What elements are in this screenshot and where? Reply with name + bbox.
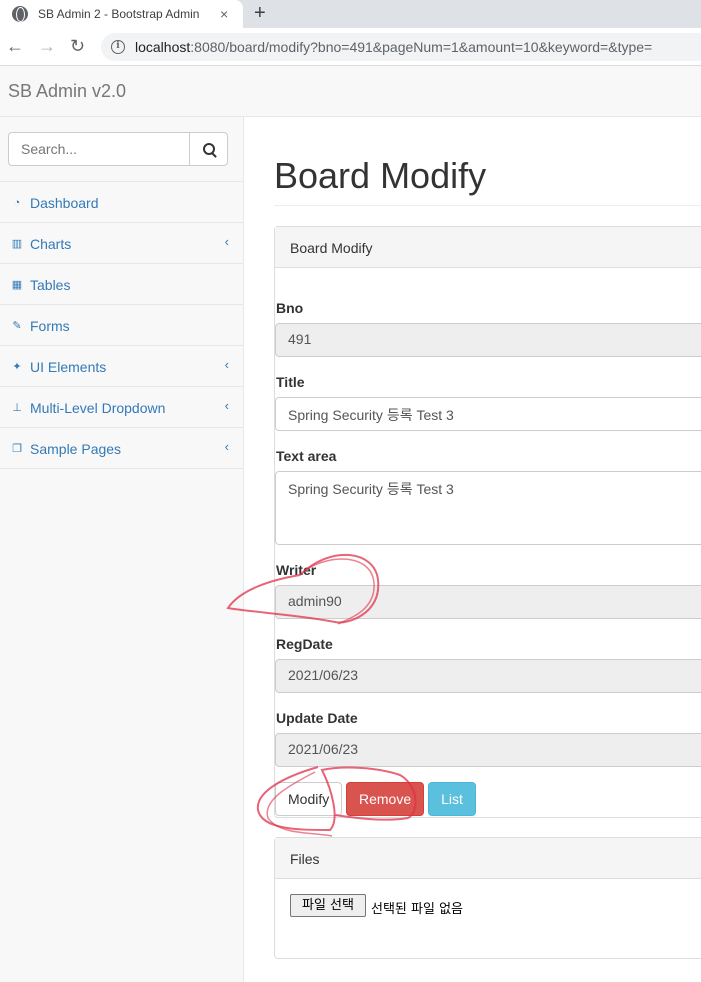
forward-arrow-icon[interactable]: →	[38, 36, 56, 56]
sitemap-icon: ⊥	[12, 402, 22, 414]
dashboard-icon: ◔	[13, 196, 21, 209]
updatedate-label: Update Date	[276, 710, 358, 726]
sidebar-item-label: Tables	[30, 276, 71, 293]
remove-button[interactable]: Remove	[346, 782, 424, 816]
regdate-label: RegDate	[276, 636, 333, 652]
content-textarea[interactable]: Spring Security 등록 Test 3	[275, 471, 701, 545]
files-heading: Files	[275, 838, 701, 879]
sidebar-item-multi-level-dropdown[interactable]: ⊥ Multi-Level Dropdown ‹	[0, 387, 243, 428]
sidebar-item-dashboard[interactable]: ◔ Dashboard	[0, 182, 243, 223]
sidebar-item-label: Multi-Level Dropdown	[30, 399, 166, 416]
wrench-icon: ✦	[12, 361, 22, 373]
brand-link[interactable]: SB Admin v2.0	[8, 81, 126, 102]
info-icon[interactable]: i	[111, 40, 125, 54]
sidebar-item-label: Charts	[30, 235, 72, 252]
sidebar-item-ui-elements[interactable]: ✦ UI Elements ‹	[0, 346, 243, 387]
bno-label: Bno	[276, 300, 304, 316]
sidebar-item-label: Dashboard	[30, 194, 99, 211]
page-title: Board Modify	[274, 155, 487, 196]
url-text: localhost:8080/board/modify?bno=491&page…	[135, 39, 653, 55]
regdate-field[interactable]: 2021/06/23	[275, 659, 701, 693]
title-divider	[274, 205, 701, 206]
back-arrow-icon[interactable]: ←	[6, 36, 24, 56]
url-field[interactable]: i localhost:8080/board/modify?bno=491&pa…	[101, 33, 701, 61]
bar-chart-icon: ▥	[11, 238, 23, 250]
writer-label: Writer	[276, 562, 317, 578]
chevron-left-icon: ‹	[224, 357, 229, 372]
reload-icon[interactable]: ↻	[70, 36, 85, 56]
search-button[interactable]	[190, 132, 228, 166]
sidebar-item-forms[interactable]: ✎ Forms	[0, 305, 243, 346]
sidebar-item-label: Forms	[30, 317, 70, 334]
tab-close-icon[interactable]: ×	[220, 6, 228, 22]
chevron-left-icon: ‹	[224, 234, 229, 249]
search-input[interactable]	[8, 132, 190, 166]
globe-icon	[12, 6, 28, 22]
panel-heading: Board Modify	[275, 227, 701, 268]
sidebar-item-label: Sample Pages	[30, 440, 122, 457]
title-field[interactable]: Spring Security 등록 Test 3	[275, 397, 701, 431]
content-label: Text area	[276, 448, 337, 464]
title-label: Title	[276, 374, 305, 390]
sidebar-item-charts[interactable]: ▥ Charts ‹	[0, 223, 243, 264]
bno-field[interactable]: 491	[275, 323, 701, 357]
file-status-text: 선택된 파일 없음	[371, 902, 463, 917]
chevron-left-icon: ‹	[224, 439, 229, 454]
sidebar-item-tables[interactable]: ▦ Tables	[0, 264, 243, 305]
list-button[interactable]: List	[428, 782, 476, 816]
edit-icon: ✎	[12, 320, 22, 332]
choose-file-button[interactable]: 파일 선택	[290, 894, 366, 917]
search-icon	[202, 143, 215, 155]
new-tab-icon[interactable]: +	[254, 2, 266, 24]
sidebar-divider	[0, 468, 243, 469]
files-icon: ❐	[12, 443, 22, 455]
sidebar-item-label: UI Elements	[30, 358, 107, 375]
browser-tab[interactable]: SB Admin 2 - Bootstrap Admin ×	[0, 0, 243, 28]
browser-tab-bar: SB Admin 2 - Bootstrap Admin × +	[0, 0, 701, 28]
chevron-left-icon: ‹	[224, 398, 229, 413]
sidebar-item-sample-pages[interactable]: ❐ Sample Pages ‹	[0, 428, 243, 469]
table-icon: ▦	[11, 279, 23, 291]
updatedate-field[interactable]: 2021/06/23	[275, 733, 701, 767]
address-bar: ← → ↻ i localhost:8080/board/modify?bno=…	[0, 28, 701, 66]
sidebar-search	[8, 132, 228, 166]
top-navbar: SB Admin v2.0	[0, 66, 701, 117]
modify-button[interactable]: Modify	[275, 782, 342, 816]
writer-field[interactable]: admin90	[275, 585, 701, 619]
tab-title: SB Admin 2 - Bootstrap Admin	[38, 7, 200, 21]
